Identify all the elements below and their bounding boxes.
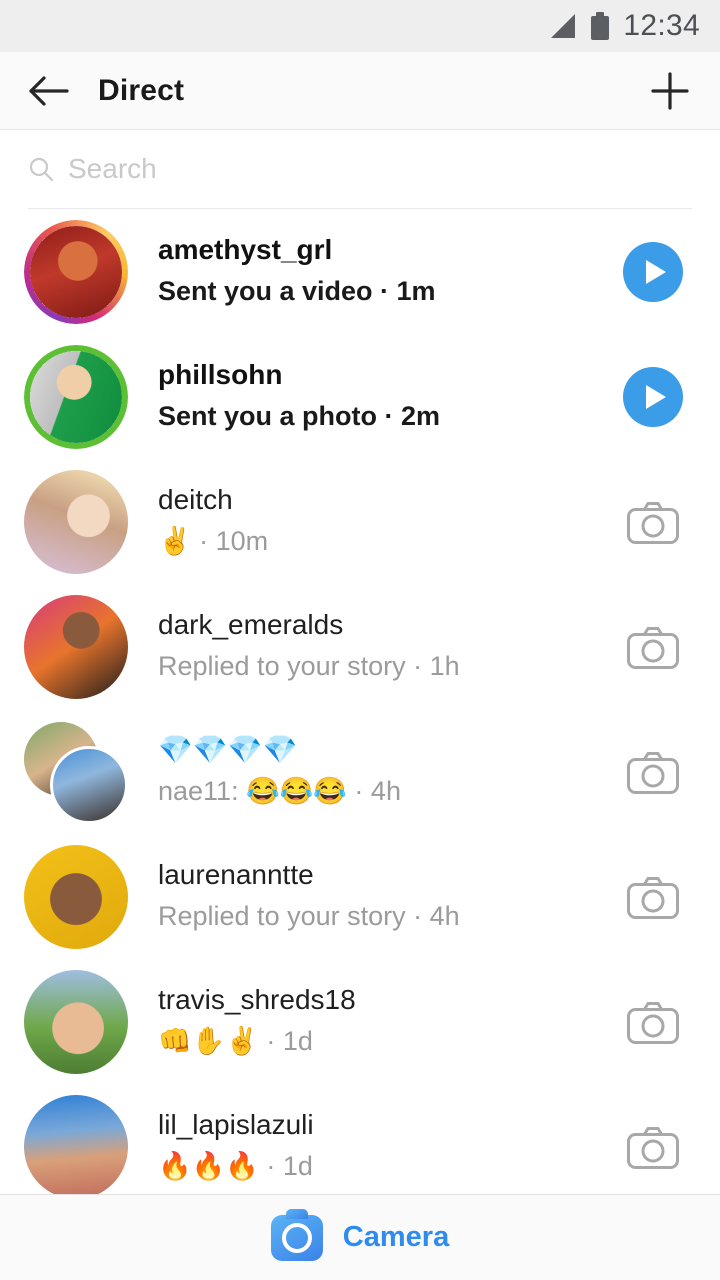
thread-preview: nae11: 😂😂😂 · 4h xyxy=(158,773,594,810)
battery-full-icon xyxy=(591,12,609,40)
avatar[interactable] xyxy=(24,595,128,699)
thread-text-block: dark_emeralds Replied to your story · 1h xyxy=(158,607,610,685)
row-camera-button[interactable] xyxy=(610,499,696,545)
group-avatar[interactable] xyxy=(24,720,128,824)
thread-text-block: deitch ✌️ · 10m xyxy=(158,482,610,560)
thread-row[interactable]: deitch ✌️ · 10m xyxy=(0,459,720,584)
thread-text-block: laurenanntte Replied to your story · 4h xyxy=(158,857,610,935)
avatar-image xyxy=(24,595,128,699)
status-bar-clock: 12:34 xyxy=(623,9,700,43)
play-button[interactable] xyxy=(610,367,696,427)
avatar[interactable] xyxy=(24,1095,128,1195)
thread-preview: Replied to your story · 4h xyxy=(158,898,594,935)
thread-username: 💎💎💎💎 xyxy=(158,732,594,769)
signal-triangle-icon xyxy=(549,13,577,39)
play-icon xyxy=(623,367,683,427)
search-input[interactable] xyxy=(68,153,692,185)
avatar-image xyxy=(24,470,128,574)
avatar-image xyxy=(24,845,128,949)
thread-list[interactable]: amethyst_grl Sent you a video · 1m phillso… xyxy=(0,209,720,1194)
thread-text-block: amethyst_grl Sent you a video · 1m xyxy=(158,232,610,310)
status-bar: 12:34 xyxy=(0,0,720,52)
thread-username: lil_lapislazuli xyxy=(158,1107,594,1144)
avatar-image-front xyxy=(50,746,128,824)
thread-text-block: travis_shreds18 👊✋✌️ · 1d xyxy=(158,982,610,1060)
app-header: Direct xyxy=(0,52,720,130)
thread-preview: 👊✋✌️ · 1d xyxy=(158,1023,594,1060)
thread-preview: ✌️ · 10m xyxy=(158,523,594,560)
direct-messages-screen: 12:34 Direct amethyst_grl Sent you a vide… xyxy=(0,0,720,1280)
thread-text-block: lil_lapislazuli 🔥🔥🔥 · 1d xyxy=(158,1107,610,1185)
thread-username: dark_emeralds xyxy=(158,607,594,644)
avatar-image xyxy=(24,1095,128,1195)
avatar[interactable] xyxy=(24,220,128,324)
row-camera-button[interactable] xyxy=(610,874,696,920)
back-button[interactable] xyxy=(22,64,76,118)
avatar[interactable] xyxy=(24,470,128,574)
thread-preview: Sent you a video · 1m xyxy=(158,273,594,310)
row-camera-button[interactable] xyxy=(610,624,696,670)
camera-filled-icon xyxy=(271,1215,323,1261)
thread-preview: 🔥🔥🔥 · 1d xyxy=(158,1148,594,1185)
row-camera-button[interactable] xyxy=(610,1124,696,1170)
thread-preview: Sent you a photo · 2m xyxy=(158,398,594,435)
avatar[interactable] xyxy=(24,345,128,449)
search-bar[interactable] xyxy=(0,130,720,208)
play-button[interactable] xyxy=(610,242,696,302)
avatar-image xyxy=(30,226,122,318)
thread-username: travis_shreds18 xyxy=(158,982,594,1019)
page-title: Direct xyxy=(98,74,184,108)
thread-text-block: phillsohn Sent you a photo · 2m xyxy=(158,357,610,435)
avatar-image xyxy=(24,970,128,1074)
camera-icon xyxy=(626,499,680,545)
thread-row[interactable]: laurenanntte Replied to your story · 4h xyxy=(0,834,720,959)
plus-icon xyxy=(648,69,692,113)
avatar-image xyxy=(30,351,122,443)
camera-icon xyxy=(626,749,680,795)
thread-row[interactable]: travis_shreds18 👊✋✌️ · 1d xyxy=(0,959,720,1084)
thread-username: phillsohn xyxy=(158,357,594,394)
camera-button-label: Camera xyxy=(343,1221,449,1254)
thread-username: laurenanntte xyxy=(158,857,594,894)
camera-button[interactable]: Camera xyxy=(0,1194,720,1280)
search-icon xyxy=(28,156,54,182)
row-camera-button[interactable] xyxy=(610,999,696,1045)
thread-username: amethyst_grl xyxy=(158,232,594,269)
avatar[interactable] xyxy=(24,970,128,1074)
camera-icon xyxy=(626,999,680,1045)
thread-text-block: 💎💎💎💎 nae11: 😂😂😂 · 4h xyxy=(158,732,610,810)
thread-row[interactable]: phillsohn Sent you a photo · 2m xyxy=(0,334,720,459)
thread-username: deitch xyxy=(158,482,594,519)
thread-preview: Replied to your story · 1h xyxy=(158,648,594,685)
camera-icon xyxy=(626,624,680,670)
thread-row[interactable]: lil_lapislazuli 🔥🔥🔥 · 1d xyxy=(0,1084,720,1194)
arrow-left-icon xyxy=(28,75,70,107)
play-icon xyxy=(623,242,683,302)
row-camera-button[interactable] xyxy=(610,749,696,795)
thread-row[interactable]: dark_emeralds Replied to your story · 1h xyxy=(0,584,720,709)
camera-icon xyxy=(626,874,680,920)
camera-icon xyxy=(626,1124,680,1170)
new-message-button[interactable] xyxy=(642,63,698,119)
thread-row[interactable]: amethyst_grl Sent you a video · 1m xyxy=(0,209,720,334)
avatar[interactable] xyxy=(24,845,128,949)
thread-row[interactable]: 💎💎💎💎 nae11: 😂😂😂 · 4h xyxy=(0,709,720,834)
